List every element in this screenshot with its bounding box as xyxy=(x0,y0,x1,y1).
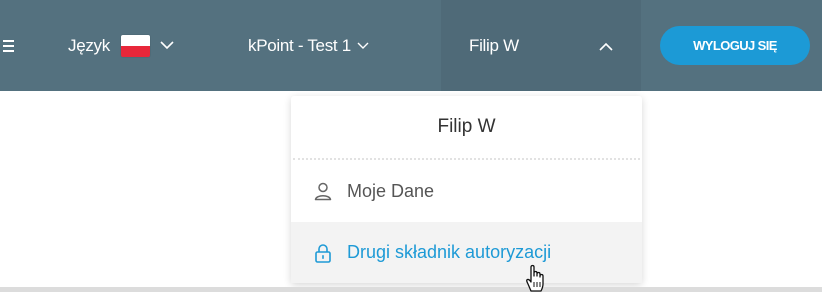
chevron-up-icon xyxy=(599,36,613,56)
poland-flag-icon xyxy=(120,34,150,57)
page-divider xyxy=(0,287,822,292)
lock-icon xyxy=(312,242,334,264)
chevron-down-icon xyxy=(357,42,369,50)
user-menu-toggle[interactable] xyxy=(595,0,617,91)
user-dropdown-menu: Filip W Moje Dane Drugi składnik autoryz… xyxy=(291,96,642,283)
project-label: kPoint - Test 1 xyxy=(248,35,351,55)
hand-pointer-cursor-icon xyxy=(521,262,553,292)
menu-button[interactable] xyxy=(0,0,28,91)
project-selector[interactable]: kPoint - Test 1 xyxy=(248,0,369,91)
dropdown-user-name: Filip W xyxy=(437,116,496,137)
menu-item-label: Drugi składnik autoryzacji xyxy=(347,242,552,262)
menu-item-my-data[interactable]: Moje Dane xyxy=(291,160,642,222)
chevron-down-icon xyxy=(160,41,174,50)
hamburger-icon xyxy=(0,39,14,53)
user-icon xyxy=(312,180,334,202)
language-selector[interactable]: Język xyxy=(68,0,174,91)
user-name-label: Filip W xyxy=(469,35,519,55)
menu-item-label: Moje Dane xyxy=(347,180,435,201)
user-menu-button[interactable]: Filip W xyxy=(469,0,519,91)
logout-button[interactable]: WYLOGUJ SIĘ xyxy=(660,26,810,65)
menu-item-two-factor[interactable]: Drugi składnik autoryzacji xyxy=(291,222,642,283)
language-label: Język xyxy=(68,35,110,55)
